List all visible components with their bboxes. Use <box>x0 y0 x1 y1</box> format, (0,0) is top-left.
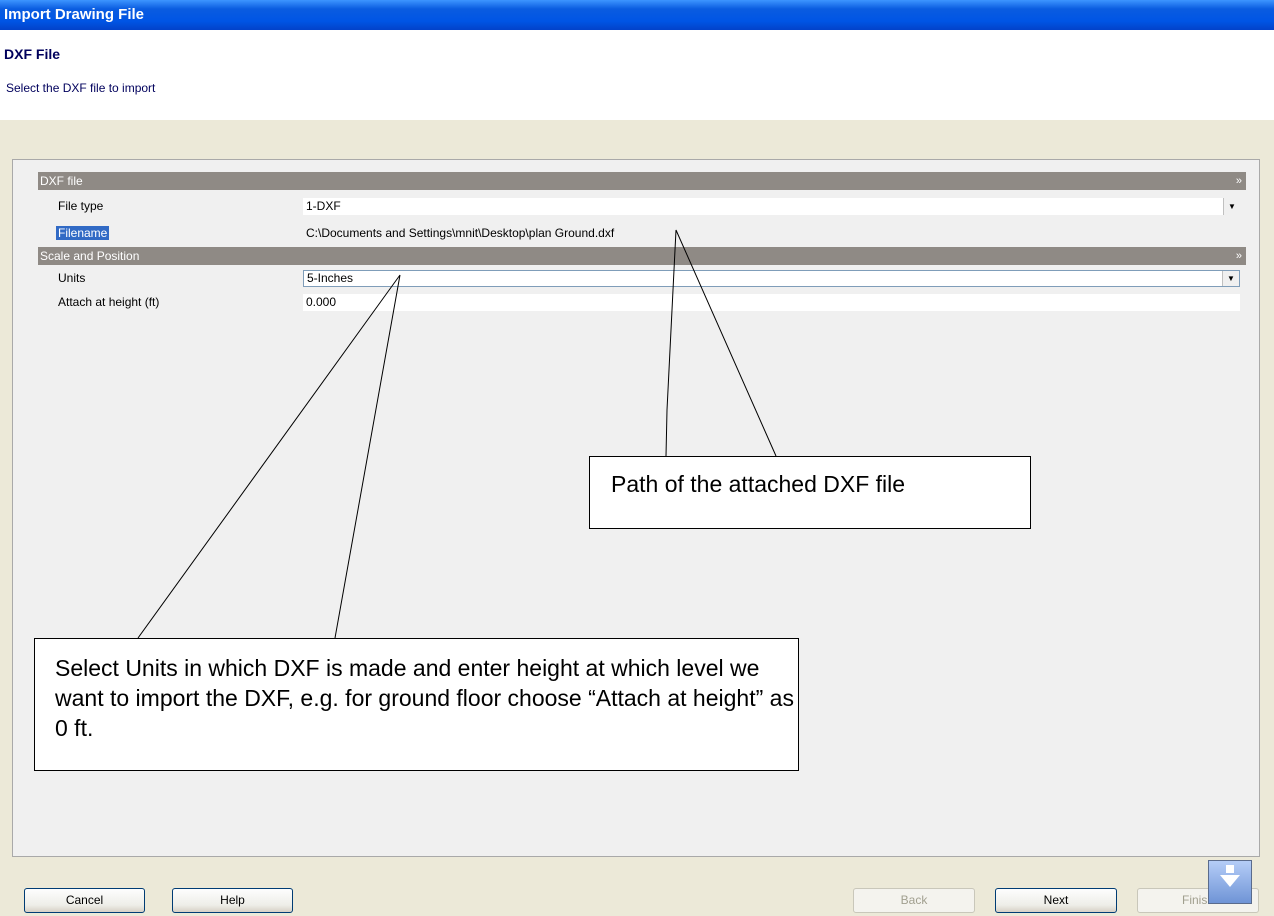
next-button[interactable]: Next <box>995 888 1117 913</box>
path-callout-pointer <box>665 229 777 457</box>
help-button[interactable]: Help <box>172 888 293 913</box>
back-button[interactable]: Back <box>853 888 975 913</box>
units-callout: Select Units in which DXF is made and en… <box>34 638 799 771</box>
path-callout: Path of the attached DXF file <box>589 456 1031 529</box>
units-callout-pointer <box>137 274 401 639</box>
cancel-button[interactable]: Cancel <box>24 888 145 913</box>
scroll-down-icon[interactable] <box>1208 860 1252 904</box>
